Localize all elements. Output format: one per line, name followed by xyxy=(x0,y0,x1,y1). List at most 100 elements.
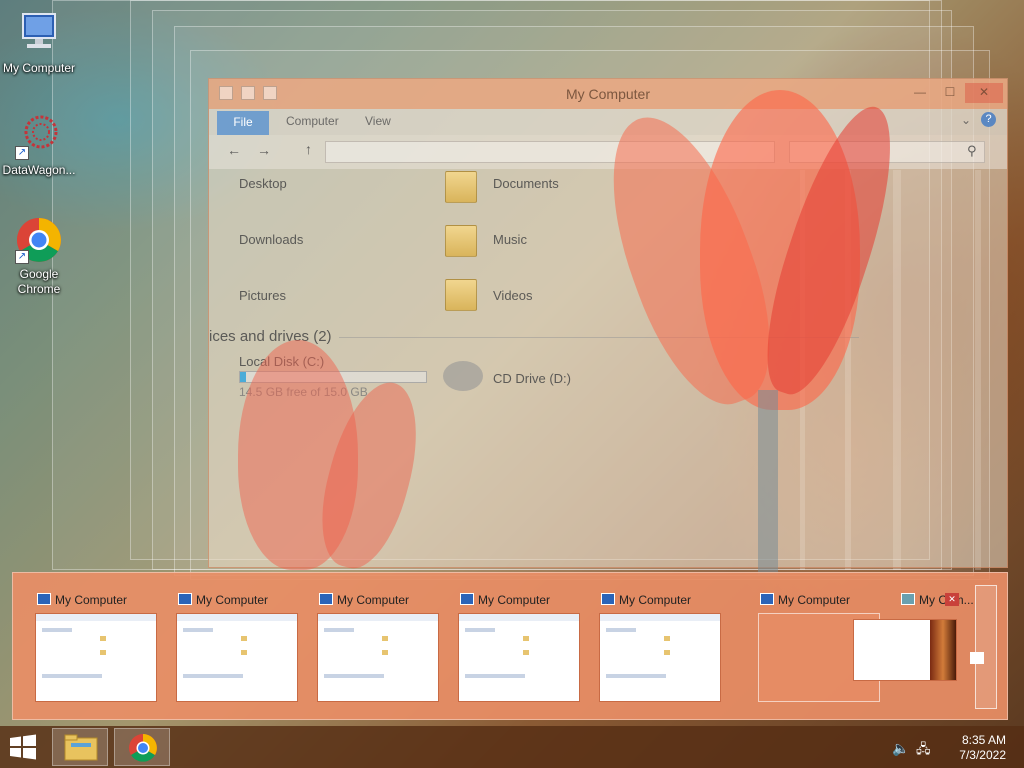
folder-desktop[interactable]: Desktop xyxy=(239,176,287,191)
drive-d-name[interactable]: CD Drive (D:) xyxy=(493,371,571,386)
thumb-wallpaper xyxy=(930,620,956,680)
cd-drive-icon xyxy=(443,361,483,391)
back-icon[interactable]: ← xyxy=(227,142,241,158)
switcher-item-title: My Computer xyxy=(778,593,851,607)
minimize-button[interactable]: — xyxy=(905,83,935,103)
switcher-item-title: My Computer xyxy=(478,593,551,607)
thumb-folder xyxy=(241,636,247,641)
desktop-icon-label: Google Chrome xyxy=(17,267,61,296)
volume-muted-icon[interactable]: 🔈 xyxy=(892,740,909,757)
folder-downloads[interactable]: Downloads xyxy=(239,232,303,247)
computer-icon xyxy=(319,593,333,605)
taskbar: 🔈 🖧 8:35 AM 7/3/2022 xyxy=(0,726,1024,768)
help-icon[interactable]: ? xyxy=(981,112,996,127)
thumb-titlebar xyxy=(318,614,438,621)
tab-view[interactable]: View xyxy=(365,114,391,128)
thumb-row xyxy=(606,628,636,632)
thumb-row xyxy=(42,628,72,632)
switcher-item-selected[interactable]: My Com... ✕ xyxy=(853,589,974,704)
computer-icon xyxy=(15,10,63,58)
documents-folder-icon xyxy=(445,171,477,203)
thumb-folder xyxy=(100,636,106,641)
close-icon[interactable]: ✕ xyxy=(945,593,959,606)
maximize-button[interactable]: ☐ xyxy=(935,83,965,103)
system-tray: 🔈 🖧 8:35 AM 7/3/2022 xyxy=(884,726,1024,768)
switcher-item-title: My Computer xyxy=(55,593,128,607)
switcher-item[interactable]: My Computer xyxy=(174,589,304,704)
thumb-folder xyxy=(664,636,670,641)
thumb-folder xyxy=(664,650,670,655)
thumb-row xyxy=(42,674,102,678)
window-thumbnail xyxy=(599,613,721,702)
tulip-stem xyxy=(758,390,778,575)
window-thumbnail xyxy=(35,613,157,702)
tab-computer[interactable]: Computer xyxy=(286,114,339,128)
desktop-icon-label: My Computer xyxy=(2,61,76,75)
scroll-thumb[interactable] xyxy=(970,652,984,664)
computer-icon xyxy=(37,593,51,605)
clock-date: 7/3/2022 xyxy=(959,748,1006,762)
computer-icon xyxy=(460,593,474,605)
switcher-item[interactable]: My Computer xyxy=(315,589,445,704)
computer-icon xyxy=(760,593,774,605)
forward-icon[interactable]: → xyxy=(257,142,271,158)
folder-documents[interactable]: Documents xyxy=(493,176,559,191)
thumb-titlebar xyxy=(600,614,720,621)
folder-pictures[interactable]: Pictures xyxy=(239,288,286,303)
ribbon-expand-icon[interactable]: ⌄ xyxy=(961,113,971,127)
desktop-icon-label: DataWagon... xyxy=(2,163,76,177)
videos-folder-icon xyxy=(445,279,477,311)
drive-c-usage-fill xyxy=(240,372,246,382)
desktop-icon-my-computer[interactable]: My Computer xyxy=(0,10,78,76)
window-thumbnail xyxy=(458,613,580,702)
thumb-row xyxy=(606,674,666,678)
close-button[interactable]: ✕ xyxy=(965,83,1003,103)
windows-logo-icon xyxy=(10,734,36,760)
switcher-scrollbar[interactable] xyxy=(970,585,997,709)
switcher-item-title: My Computer xyxy=(337,593,410,607)
thumb-folder xyxy=(523,650,529,655)
taskbar-google-chrome[interactable] xyxy=(114,728,170,766)
window-thumbnail xyxy=(176,613,298,702)
shortcut-arrow-icon: ↗ xyxy=(15,250,29,264)
thumb-row xyxy=(183,674,243,678)
up-icon[interactable]: ↑ xyxy=(305,141,312,157)
address-bar[interactable] xyxy=(325,141,775,163)
thumb-row xyxy=(324,628,354,632)
taskbar-file-explorer[interactable] xyxy=(52,728,108,766)
switcher-item[interactable]: My Computer xyxy=(597,589,727,704)
thumb-row xyxy=(465,628,495,632)
thumb-row xyxy=(324,674,384,678)
window-switcher: My Computer My Computer My Computer My C… xyxy=(12,572,1008,720)
thumb-row xyxy=(183,628,213,632)
thumb-folder xyxy=(382,650,388,655)
thumb-folder xyxy=(100,650,106,655)
switcher-item-title: My Computer xyxy=(196,593,269,607)
computer-icon xyxy=(601,593,615,605)
thumb-folder xyxy=(241,650,247,655)
tab-file[interactable]: File xyxy=(217,111,269,135)
search-icon[interactable]: ⚲ xyxy=(967,143,977,159)
start-button[interactable] xyxy=(8,734,38,760)
folder-music[interactable]: Music xyxy=(493,232,527,247)
desktop-icon-datawagon[interactable]: ↗ DataWagon... xyxy=(0,112,78,178)
switcher-item[interactable]: My Computer xyxy=(456,589,586,704)
computer-icon xyxy=(178,593,192,605)
thumb-row xyxy=(465,674,525,678)
switcher-item-title: My Computer xyxy=(619,593,692,607)
thumb-folder xyxy=(523,636,529,641)
chrome-icon xyxy=(129,734,157,762)
devices-section-header: ices and drives (2) xyxy=(209,328,332,345)
explorer-titlebar[interactable]: My Computer — ☐ ✕ xyxy=(209,79,1007,109)
desktop-icon-google-chrome[interactable]: ↗ Google Chrome xyxy=(0,216,78,297)
desktop-icon xyxy=(901,593,915,605)
desktop-thumbnail xyxy=(853,619,957,681)
chrome-icon: ↗ xyxy=(15,216,63,264)
folder-videos[interactable]: Videos xyxy=(493,288,533,303)
clock[interactable]: 8:35 AM 7/3/2022 xyxy=(926,733,1006,763)
explorer-title: My Computer xyxy=(565,86,651,102)
datawagon-icon: ↗ xyxy=(15,112,63,160)
thumb-titlebar xyxy=(36,614,156,621)
switcher-item[interactable]: My Computer xyxy=(33,589,163,704)
thumb-folder xyxy=(382,636,388,641)
